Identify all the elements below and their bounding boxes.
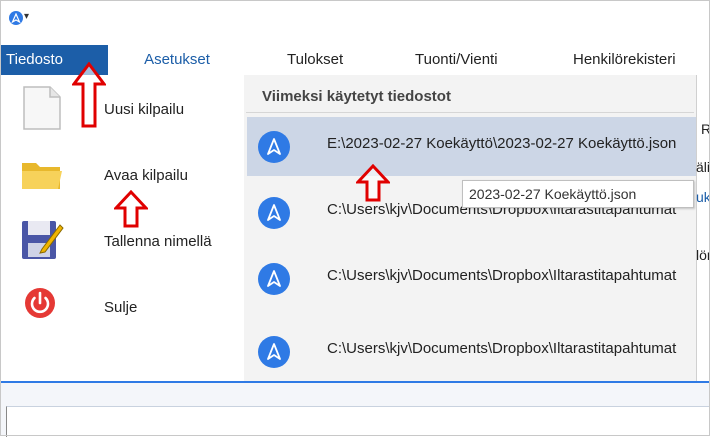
underlying-content-edge: R äli uk lör xyxy=(696,75,710,381)
tab-results[interactable]: Tulokset xyxy=(287,45,343,75)
new-competition-button[interactable]: Uusi kilpailu xyxy=(0,75,244,137)
save-as-label: Tallenna nimellä xyxy=(104,233,212,250)
new-document-icon xyxy=(22,85,62,136)
recent-file-path: E:\2023-02-27 Koekäyttö\2023-02-27 Koekä… xyxy=(327,135,677,152)
save-as-icon xyxy=(20,219,64,266)
power-icon xyxy=(24,287,56,324)
app-logo-icon[interactable] xyxy=(9,11,23,25)
app-logo-icon xyxy=(258,197,290,229)
quick-access-dropdown-icon[interactable]: ▾ xyxy=(24,10,34,24)
recent-file-path: C:\Users\kjv\Documents\Dropbox\Iltarasti… xyxy=(327,267,677,284)
content-area xyxy=(6,406,710,437)
edge-fragment: R xyxy=(701,121,710,137)
recent-files-divider xyxy=(246,112,694,113)
recent-file-item[interactable]: C:\Users\kjv\Documents\Dropbox\Iltarasti… xyxy=(247,322,696,381)
app-logo-icon xyxy=(258,336,290,368)
new-competition-label: Uusi kilpailu xyxy=(104,101,185,118)
open-competition-label: Avaa kilpailu xyxy=(104,167,188,184)
tab-settings[interactable]: Asetukset xyxy=(108,45,246,75)
recent-files-header: Viimeksi käytetyt tiedostot xyxy=(262,88,451,105)
close-button[interactable]: Sulje xyxy=(0,271,244,333)
title-bar xyxy=(0,0,710,36)
edge-fragment: äli xyxy=(696,159,710,175)
app-logo-icon xyxy=(258,263,290,295)
tab-import-export[interactable]: Tuonti/Vienti xyxy=(415,45,498,75)
tab-person-registry[interactable]: Henkilörekisteri xyxy=(573,45,676,75)
recent-file-path: C:\Users\kjv\Documents\Dropbox\Iltarasti… xyxy=(327,340,677,357)
edge-fragment: lör xyxy=(696,247,710,263)
recent-file-item[interactable]: E:\2023-02-27 Koekäyttö\2023-02-27 Koekä… xyxy=(247,117,696,176)
recent-file-item[interactable]: C:\Users\kjv\Documents\Dropbox\Iltarasti… xyxy=(247,249,696,308)
annotation-arrow-icon xyxy=(114,190,148,228)
folder-icon xyxy=(20,155,64,198)
annotation-arrow-icon xyxy=(356,164,390,202)
annotation-arrow-icon xyxy=(72,62,106,128)
backstage-commands: Uusi kilpailu Avaa kilpailu Tallenna nim… xyxy=(0,75,244,381)
app-logo-icon xyxy=(258,131,290,163)
file-path-tooltip: 2023-02-27 Koekäyttö.json xyxy=(462,180,694,208)
close-label: Sulje xyxy=(104,299,138,316)
edge-fragment: uk xyxy=(696,189,710,205)
